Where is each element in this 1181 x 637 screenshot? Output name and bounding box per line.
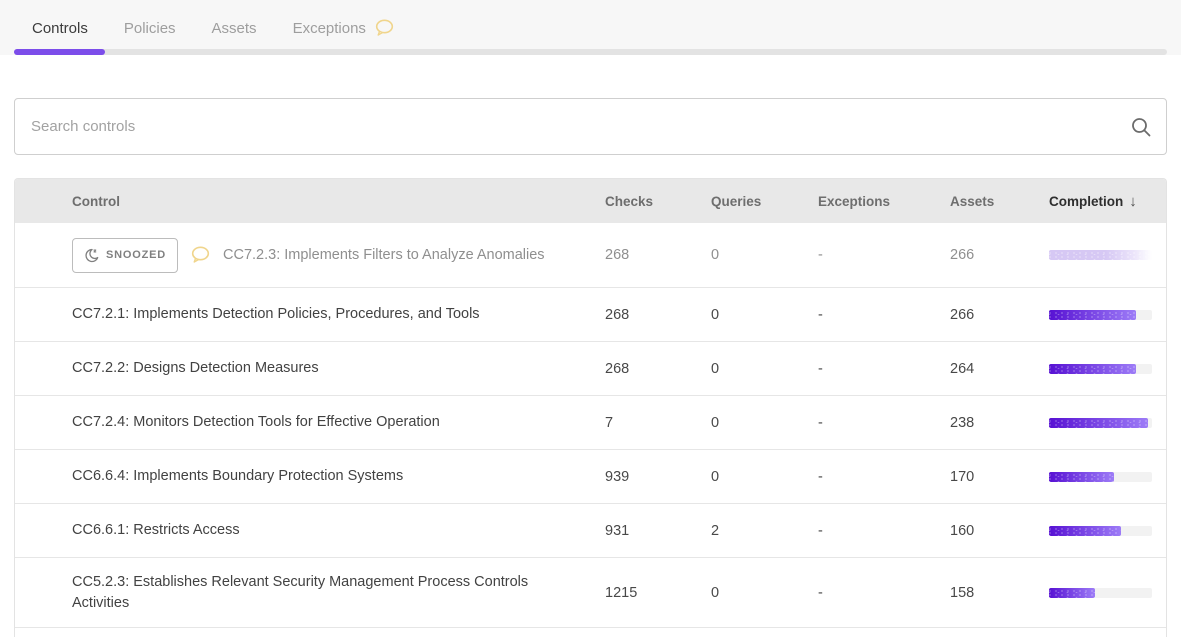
completion-bar [1049, 364, 1152, 374]
table-row[interactable]: CC7.2.4: Monitors Detection Tools for Ef… [15, 396, 1166, 450]
sort-descending-icon: ↓ [1129, 193, 1137, 210]
tab-bar: Controls Policies Assets Exceptions [0, 0, 1181, 55]
checks-value: 268 [605, 361, 711, 377]
table-row[interactable]: CC7.2.2: Designs Detection Measures 268 … [15, 342, 1166, 396]
snoozed-badge-label: SNOOZED [106, 245, 166, 266]
tab-underline-track [14, 49, 1167, 55]
exceptions-value: - [818, 307, 950, 323]
queries-value: 0 [711, 307, 818, 323]
checks-value: 1215 [605, 585, 711, 601]
table-row[interactable]: CC6.6.4: Implements Boundary Protection … [15, 450, 1166, 504]
queries-value: 0 [711, 585, 818, 601]
tab-policies[interactable]: Policies [106, 19, 194, 49]
completion-bar [1049, 310, 1152, 320]
column-header-assets[interactable]: Assets [950, 194, 1049, 209]
table-row[interactable]: CC5.2.3: Establishes Relevant Security M… [15, 558, 1166, 628]
exceptions-value: - [818, 415, 950, 431]
table-header-row: Control Checks Queries Exceptions Assets… [15, 179, 1166, 223]
comment-bubble-icon [374, 19, 395, 37]
control-name: CC6.6.1: Restricts Access [72, 520, 240, 541]
tab-controls[interactable]: Controls [14, 19, 106, 49]
column-header-completion-label: Completion [1049, 194, 1123, 209]
queries-value: 2 [711, 523, 818, 539]
tab-assets-label: Assets [212, 20, 257, 37]
exceptions-value: - [818, 523, 950, 539]
table-row-partial [15, 628, 1166, 637]
queries-value: 0 [711, 415, 818, 431]
tab-controls-label: Controls [32, 20, 88, 37]
assets-value: 266 [950, 247, 1049, 263]
checks-value: 939 [605, 469, 711, 485]
tab-policies-label: Policies [124, 20, 176, 37]
checks-value: 931 [605, 523, 711, 539]
queries-value: 0 [711, 469, 818, 485]
snoozed-badge: SNOOZED [72, 238, 178, 273]
control-name: CC7.2.2: Designs Detection Measures [72, 358, 319, 379]
completion-bar [1049, 588, 1152, 598]
exceptions-value: - [818, 361, 950, 377]
assets-value: 266 [950, 307, 1049, 323]
column-header-completion[interactable]: Completion ↓ [1049, 193, 1166, 210]
column-header-exceptions[interactable]: Exceptions [818, 194, 950, 209]
checks-value: 268 [605, 307, 711, 323]
search-bar [14, 98, 1167, 155]
control-name: CC6.6.4: Implements Boundary Protection … [72, 466, 403, 487]
column-header-control[interactable]: Control [15, 194, 605, 209]
control-name: CC5.2.3: Establishes Relevant Security M… [72, 572, 585, 614]
table-row[interactable]: CC6.6.1: Restricts Access 931 2 - 160 [15, 504, 1166, 558]
assets-value: 160 [950, 523, 1049, 539]
assets-value: 158 [950, 585, 1049, 601]
column-header-queries[interactable]: Queries [711, 194, 818, 209]
exceptions-value: - [818, 585, 950, 601]
table-row[interactable]: SNOOZED CC7.2.3: Implements Filters to A… [15, 223, 1166, 288]
assets-value: 264 [950, 361, 1049, 377]
completion-bar [1049, 250, 1152, 260]
checks-value: 7 [605, 415, 711, 431]
active-tab-indicator [14, 49, 105, 55]
control-name: CC7.2.3: Implements Filters to Analyze A… [223, 245, 545, 266]
column-header-checks[interactable]: Checks [605, 194, 711, 209]
completion-bar [1049, 526, 1152, 536]
controls-table: Control Checks Queries Exceptions Assets… [14, 178, 1167, 637]
tab-assets[interactable]: Assets [194, 19, 275, 49]
control-name: CC7.2.4: Monitors Detection Tools for Ef… [72, 412, 440, 433]
search-icon[interactable] [1130, 116, 1152, 138]
checks-value: 268 [605, 247, 711, 263]
exceptions-value: - [818, 469, 950, 485]
exceptions-value: - [818, 247, 950, 263]
control-name: CC7.2.1: Implements Detection Policies, … [72, 304, 480, 325]
queries-value: 0 [711, 361, 818, 377]
completion-bar [1049, 418, 1152, 428]
table-row[interactable]: CC7.2.1: Implements Detection Policies, … [15, 288, 1166, 342]
row-comment-icon[interactable] [190, 246, 211, 264]
completion-bar [1049, 472, 1152, 482]
assets-value: 170 [950, 469, 1049, 485]
queries-value: 0 [711, 247, 818, 263]
tab-exceptions[interactable]: Exceptions [275, 19, 413, 49]
snooze-moon-icon [84, 248, 99, 263]
search-input[interactable] [15, 99, 1166, 154]
assets-value: 238 [950, 415, 1049, 431]
tab-exceptions-label: Exceptions [293, 20, 366, 37]
